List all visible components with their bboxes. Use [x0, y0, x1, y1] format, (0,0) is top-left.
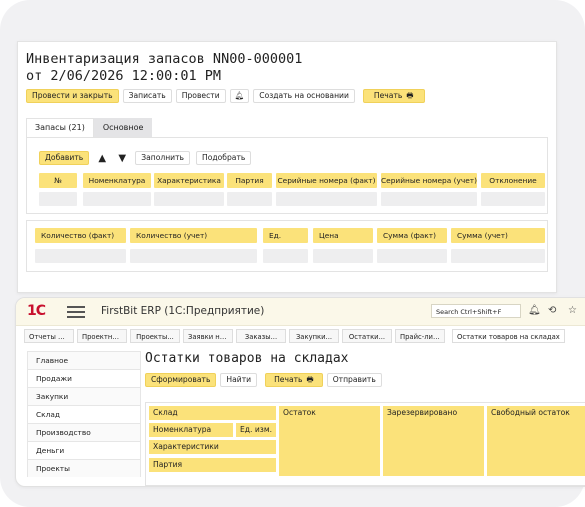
report-title: Остатки товаров на складах	[145, 351, 349, 366]
send-button[interactable]: Отправить	[326, 373, 382, 387]
column-nomenclature[interactable]: Номенклатура	[83, 173, 151, 188]
print-label: Печать	[373, 91, 403, 100]
sidebar-item-purchases[interactable]: Закупки	[27, 387, 141, 405]
menu-icon[interactable]	[67, 306, 85, 318]
fill-button[interactable]: Заполнить	[135, 151, 191, 165]
quantities-panel: Количество (факт) Количество (учет) Ед. …	[26, 220, 548, 272]
cell-placeholder	[154, 192, 224, 206]
print-label: Печать	[274, 375, 303, 384]
cell-placeholder	[83, 192, 151, 206]
open-windows-bar: Отчеты по... Проектные... Проекты... Зая…	[24, 329, 565, 343]
open-tab[interactable]: Остатки...	[342, 329, 392, 343]
app-title: FirstBit ERP (1С:Предприятие)	[101, 305, 265, 317]
sidebar-item-sales[interactable]: Продажи	[27, 369, 141, 387]
post-and-close-button[interactable]: Провести и закрыть	[26, 89, 119, 103]
tab-main[interactable]: Основное	[93, 118, 153, 137]
1c-logo: 1С	[27, 303, 46, 319]
column-serials-fact[interactable]: Серийные номера (факт)	[276, 173, 377, 188]
sidebar-item-warehouse[interactable]: Склад	[27, 405, 141, 423]
column-number[interactable]: №	[39, 173, 77, 188]
post-button[interactable]: Провести	[175, 89, 226, 103]
open-tab[interactable]: Проектные...	[77, 329, 127, 343]
column-price[interactable]: Цена	[313, 228, 373, 243]
cell-placeholder	[263, 249, 308, 263]
bell-icon[interactable]: 🔔︎	[528, 305, 541, 316]
sidebar-item-main[interactable]: Главное	[27, 351, 141, 369]
column-unit[interactable]: Ед.	[263, 228, 308, 243]
tab-stock[interactable]: Запасы (21)	[26, 118, 94, 137]
open-tab[interactable]: Отчеты по...	[24, 329, 74, 343]
cell-placeholder	[39, 192, 77, 206]
sidebar-item-projects[interactable]: Проекты	[27, 459, 141, 477]
move-down-button[interactable]: ▼	[115, 151, 129, 165]
header-balance[interactable]: Остаток	[279, 406, 380, 476]
cell-placeholder	[35, 249, 126, 263]
open-tab[interactable]: Проекты...	[130, 329, 180, 343]
sidebar-item-production[interactable]: Производство	[27, 423, 141, 441]
column-quantity-fact[interactable]: Количество (факт)	[35, 228, 126, 243]
cell-placeholder	[130, 249, 257, 263]
column-quantity-accounting[interactable]: Количество (учет)	[130, 228, 257, 243]
header-characteristics[interactable]: Характеристики	[149, 440, 276, 454]
cell-placeholder	[377, 249, 447, 263]
inventory-document-window: Инвентаризация запасов NN00-000001 от 2/…	[17, 41, 557, 293]
column-serials-accounting[interactable]: Серийные номера (учет)	[381, 173, 477, 188]
header-reserved[interactable]: Зарезервировано	[383, 406, 484, 476]
column-deviation[interactable]: Отклонение	[481, 173, 545, 188]
header-free-balance[interactable]: Свободный остаток	[487, 406, 585, 476]
column-batch[interactable]: Партия	[227, 173, 272, 188]
report-print-button[interactable]: Печать 🖶	[265, 373, 323, 387]
cell-placeholder	[313, 249, 373, 263]
sidebar-item-money[interactable]: Деньги	[27, 441, 141, 459]
printer-icon: 🖶	[306, 375, 314, 384]
cell-placeholder	[276, 192, 377, 206]
history-icon[interactable]: ⟲	[548, 305, 556, 316]
cell-placeholder	[451, 249, 545, 263]
erp-app-window: 1С FirstBit ERP (1С:Предприятие) Search …	[15, 297, 585, 487]
printer-icon: 🖶	[406, 91, 414, 100]
open-tab[interactable]: Прайс-лист...	[395, 329, 445, 343]
items-toolbar: Добавить ▲ ▼ Заполнить Подобрать	[39, 151, 252, 165]
document-title: Инвентаризация запасов NN00-000001 от 2/…	[26, 51, 303, 84]
star-icon[interactable]: ☆	[568, 305, 577, 316]
open-tab-active[interactable]: Остатки товаров на складах	[452, 329, 565, 343]
arrow-up-icon: ▲	[98, 152, 107, 164]
open-tab[interactable]: Закупки...	[289, 329, 339, 343]
save-button[interactable]: Записать	[122, 89, 172, 103]
cell-placeholder	[227, 192, 272, 206]
create-based-on-button[interactable]: Создать на основании	[253, 89, 355, 103]
document-toolbar: Провести и закрыть Записать Провести 🔔︎ …	[26, 89, 425, 105]
cell-placeholder	[381, 192, 477, 206]
open-tab[interactable]: Заявки на...	[183, 329, 233, 343]
open-tab[interactable]: Заказы...	[236, 329, 286, 343]
report-toolbar: Сформировать Найти Печать 🖶 Отправить	[145, 373, 382, 387]
bell-button[interactable]: 🔔︎	[229, 89, 250, 103]
arrow-down-icon: ▼	[118, 152, 127, 164]
document-tabs: Запасы (21) Основное	[26, 118, 153, 137]
find-button[interactable]: Найти	[220, 373, 258, 387]
generate-button[interactable]: Сформировать	[145, 373, 217, 387]
cell-placeholder	[481, 192, 545, 206]
header-warehouse[interactable]: Склад	[149, 406, 276, 420]
header-nomenclature[interactable]: Номенклатура	[149, 423, 233, 437]
global-search-input[interactable]: Search Ctrl+Shift+F	[431, 304, 521, 318]
header-batch[interactable]: Партия	[149, 458, 276, 472]
column-sum-fact[interactable]: Сумма (факт)	[377, 228, 447, 243]
column-characteristic[interactable]: Характеристика	[154, 173, 224, 188]
app-header: 1С FirstBit ERP (1С:Предприятие) Search …	[16, 298, 585, 326]
column-sum-accounting[interactable]: Сумма (учет)	[451, 228, 545, 243]
header-unit[interactable]: Ед. изм.	[236, 423, 276, 437]
add-button[interactable]: Добавить	[39, 151, 90, 165]
print-button[interactable]: Печать 🖶	[362, 89, 425, 103]
sections-sidebar: Главное Продажи Закупки Склад Производст…	[27, 351, 141, 477]
move-up-button[interactable]: ▲	[95, 151, 109, 165]
bell-icon: 🔔︎	[234, 91, 245, 100]
report-settings-table: Склад Номенклатура Ед. изм. Характеристи…	[145, 402, 585, 486]
items-panel: Добавить ▲ ▼ Заполнить Подобрать № Номен…	[26, 137, 548, 214]
select-button[interactable]: Подобрать	[196, 151, 252, 165]
